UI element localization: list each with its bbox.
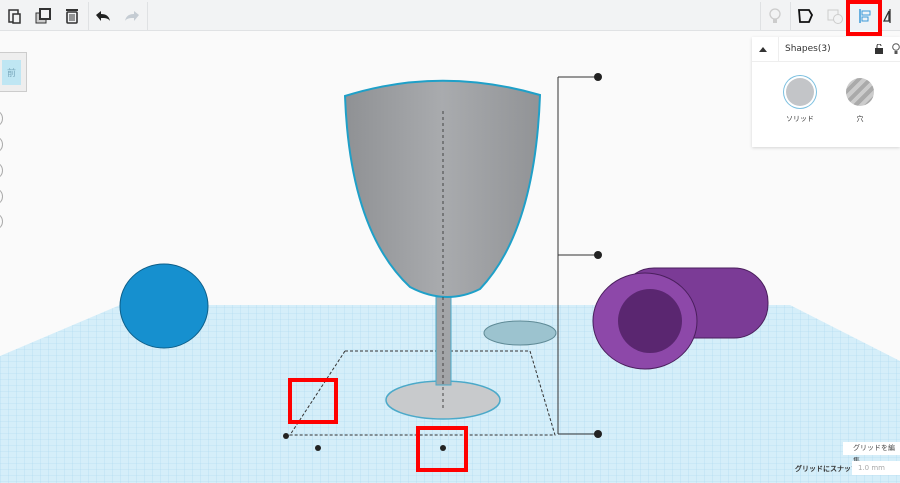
delete-button[interactable]: [57, 0, 87, 31]
copy-icon: [8, 8, 21, 24]
snap-grid-label: グリッドにスナップ: [795, 465, 858, 473]
edit-grid-button[interactable]: グリッドを編集: [843, 442, 900, 465]
duplicate-icon: [35, 7, 51, 23]
hole-option[interactable]: [846, 78, 874, 106]
group-icon: [827, 9, 843, 24]
toolbar: [0, 0, 900, 31]
undo-button[interactable]: [88, 0, 118, 31]
copy-button[interactable]: [0, 0, 30, 31]
note-icon: [798, 8, 813, 23]
collapse-icon[interactable]: [759, 46, 767, 52]
highlight-handle-left: [288, 378, 338, 424]
lock-icon[interactable]: [874, 44, 884, 54]
redo-icon: [125, 10, 139, 21]
undo-icon: [96, 10, 110, 21]
light-bulb-icon: [769, 7, 781, 23]
hole-label: 穴: [856, 115, 864, 123]
light-button[interactable]: [760, 0, 790, 31]
delete-icon: [66, 8, 78, 24]
snap-grid-select[interactable]: 1.0 mm: [852, 461, 900, 475]
mirror-button[interactable]: [880, 0, 900, 31]
duplicate-button[interactable]: [28, 0, 58, 31]
shapes-panel-title: Shapes(3): [778, 36, 874, 62]
mirror-icon: [883, 8, 891, 23]
shapes-panel: Shapes(3) ソリッド 穴: [752, 36, 900, 147]
redo-button[interactable]: [117, 0, 147, 31]
sphere-shape[interactable]: [119, 263, 209, 349]
view-cube[interactable]: 前: [0, 52, 27, 92]
solid-label: ソリッド: [786, 115, 814, 123]
note-button[interactable]: [790, 0, 820, 31]
highlight-align: [846, 0, 882, 36]
highlight-handle-bottom: [416, 426, 468, 472]
light-bulb-icon[interactable]: [892, 43, 900, 55]
ring-shape[interactable]: [483, 320, 557, 346]
solid-option[interactable]: [786, 78, 814, 106]
